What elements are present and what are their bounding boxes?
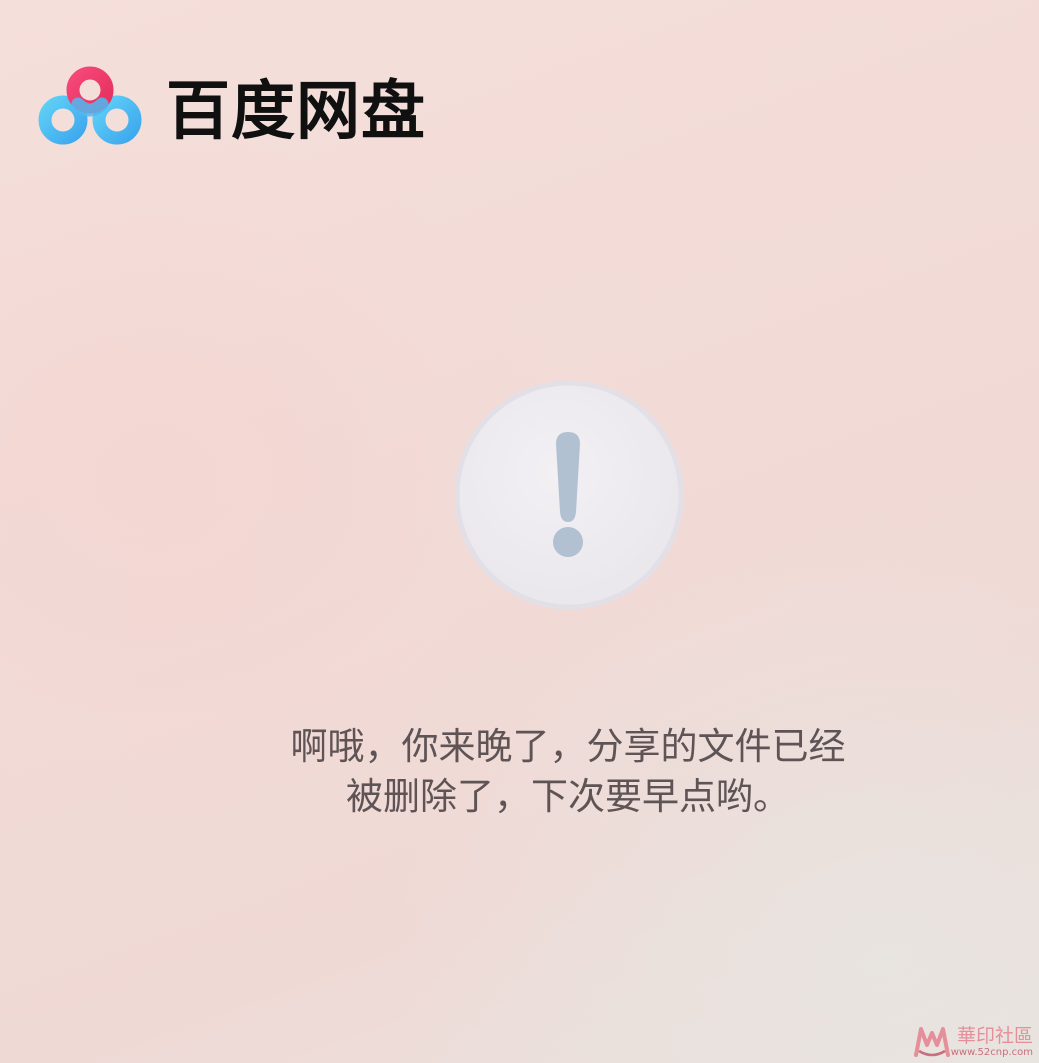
app-title: 百度网盘 (166, 75, 426, 149)
header: 百度网盘 (38, 64, 426, 149)
watermark-logo-icon (913, 1027, 950, 1057)
watermark-title: 華印社區 (956, 1025, 1033, 1047)
watermark-url: www.52cnp.com (950, 1047, 1033, 1058)
baidu-netdisk-logo-icon (38, 66, 142, 145)
error-message-line-2: 被删除了，下次要早点哟。 (346, 775, 790, 818)
alert-icon-circle (454, 380, 684, 610)
error-message-line-1: 啊哦，你来晚了，分享的文件已经 (290, 725, 846, 768)
watermark: 華印社區 www.52cnp.com (913, 1023, 1033, 1059)
error-message: 啊哦，你来晚了，分享的文件已经 被删除了，下次要早点哟。 (180, 722, 956, 822)
